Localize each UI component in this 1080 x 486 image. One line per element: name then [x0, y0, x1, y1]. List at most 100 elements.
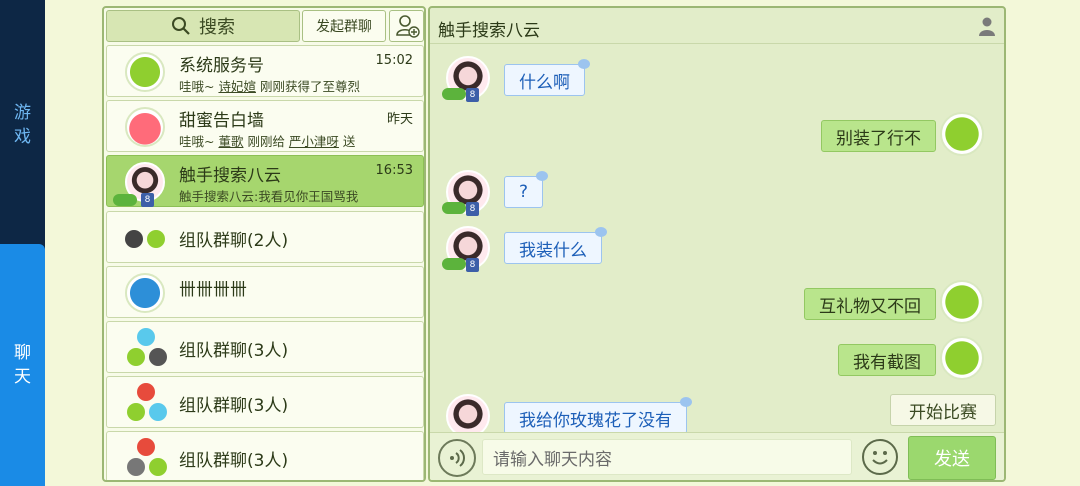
nav-tab-chat-char-1: 聊 [14, 343, 31, 363]
conversation-preview: 哇哦~ 董歌 刚刚给 严小津呀 送 [179, 131, 355, 150]
nav-tab-games-char-2: 戏 [14, 127, 31, 147]
profile-icon[interactable] [978, 16, 996, 36]
group-member-avatar [127, 458, 145, 476]
group-member-avatar [127, 348, 145, 366]
conversation-item-team-2[interactable]: 组队群聊(2人) [106, 211, 424, 263]
level-badge-icon [113, 194, 137, 206]
preview-text: 哇哦~ [179, 79, 219, 94]
voice-button[interactable] [438, 439, 476, 477]
send-label: 发送 [934, 449, 970, 470]
level-number: 8 [141, 193, 154, 207]
group-member-avatar [137, 438, 155, 456]
preview-text: 刚刚给 [243, 134, 289, 149]
group-member-avatar [125, 230, 143, 248]
nav-tab-games[interactable]: 游 戏 [0, 90, 45, 160]
add-friend-icon [395, 15, 420, 38]
conversation-time: 16:53 [375, 163, 413, 178]
bubble-decoration-icon [578, 59, 590, 69]
group-member-avatar [149, 458, 167, 476]
my-avatar[interactable] [940, 336, 984, 380]
red-monster-avatar [125, 107, 165, 147]
level-number: 8 [466, 202, 479, 216]
chat-input[interactable]: 请输入聊天内容 [482, 439, 852, 475]
conversation-list-panel: 搜索 发起群聊 系统服务号 15:02 哇哦~ 诗妃媗 刚刚获得了至尊烈 甜蜜告… [102, 6, 426, 482]
blue-logo-avatar [125, 273, 165, 313]
conversation-item-team-3c[interactable]: 组队群聊(3人) [106, 431, 424, 480]
preview-text: 送 [338, 134, 356, 149]
nav-tab-games-char-1: 游 [14, 103, 31, 123]
conversation-item-active[interactable]: 8 触手搜索八云 16:53 触手搜索八云:我看见你王国骂我 [106, 155, 424, 207]
nav-tab-chat-char-2: 天 [14, 367, 31, 387]
search-icon [172, 17, 190, 35]
message-row: 我有截图 [430, 334, 1004, 380]
message-row: 8 什么啊 [430, 52, 1004, 102]
level-badge-icon [442, 202, 466, 214]
conversation-name: 甜蜜告白墙 [179, 111, 264, 131]
message-text: 我有截图 [853, 352, 921, 373]
chat-input-placeholder: 请输入聊天内容 [493, 449, 612, 470]
message-row: 别装了行不 [430, 110, 1004, 156]
conversation-item-team-3a[interactable]: 组队群聊(3人) [106, 321, 424, 373]
search-label: 搜索 [199, 17, 235, 38]
bubble-decoration-icon [680, 397, 692, 407]
chat-title: 触手搜索八云 [438, 21, 540, 41]
group-member-avatar [147, 230, 165, 248]
preview-user-link[interactable]: 诗妃媗 [218, 79, 256, 94]
message-bubble: ? [504, 171, 549, 208]
message-bubble: 我给你玫瑰花了没有 [504, 397, 692, 434]
conversation-preview: 触手搜索八云:我看见你王国骂我 [179, 189, 359, 204]
conversation-item-confession-wall[interactable]: 甜蜜告白墙 昨天 哇哦~ 董歌 刚刚给 严小津呀 送 [106, 100, 424, 152]
conversation-item-team-3b[interactable]: 组队群聊(3人) [106, 376, 424, 428]
add-friend-button[interactable] [389, 10, 424, 42]
start-match-label: 开始比赛 [909, 402, 977, 423]
message-text: ? [519, 182, 529, 202]
level-badge-icon [442, 258, 466, 270]
conversation-item-system-service[interactable]: 系统服务号 15:02 哇哦~ 诗妃媗 刚刚获得了至尊烈 [106, 45, 424, 97]
message-bubble: 别装了行不 [821, 120, 936, 152]
green-monster-avatar [125, 52, 165, 92]
group-member-avatar [127, 403, 145, 421]
search-button[interactable]: 搜索 [106, 10, 300, 42]
message-text: 我装什么 [519, 240, 587, 261]
conversation-name: 系统服务号 [179, 56, 264, 76]
message-bubble: 我有截图 [838, 344, 936, 376]
chat-panel: 触手搜索八云 8 什么啊 别装了行不 8 ? 8 我装什么 互礼物又不回 我有截… [428, 6, 1006, 482]
start-group-chat-label: 发起群聊 [316, 19, 372, 35]
nav-tab-chat[interactable]: 聊 天 [0, 244, 45, 486]
preview-text: 哇哦~ [179, 134, 219, 149]
level-number: 8 [466, 88, 479, 102]
preview-user-link[interactable]: 董歌 [218, 134, 243, 149]
chat-header-divider [430, 43, 1004, 44]
start-group-chat-button[interactable]: 发起群聊 [302, 10, 386, 42]
send-button[interactable]: 发送 [908, 436, 996, 480]
message-bubble: 互礼物又不回 [804, 288, 936, 320]
smiley-icon [872, 451, 888, 465]
conversation-name: 组队群聊(3人) [179, 396, 289, 416]
conversation-name: 组队群聊(2人) [179, 231, 289, 251]
conversation-item-blue[interactable]: 卌卌卌卌 [106, 266, 424, 318]
message-text: 什么啊 [519, 72, 570, 93]
voice-icon [450, 449, 465, 467]
input-bar: 请输入聊天内容 发送 [430, 432, 1004, 480]
message-row: 8 ? [430, 166, 1004, 216]
conversation-time: 15:02 [375, 53, 413, 68]
preview-text: 刚刚获得了至尊烈 [255, 79, 360, 94]
preview-user-link[interactable]: 严小津呀 [289, 134, 339, 149]
message-text: 互礼物又不回 [819, 296, 921, 317]
conversation-name: 组队群聊(3人) [179, 341, 289, 361]
conversation-name: 触手搜索八云 [179, 166, 281, 186]
group-member-avatar [137, 383, 155, 401]
emoji-button[interactable] [862, 439, 898, 475]
message-text: 别装了行不 [836, 128, 921, 149]
message-text: 我给你玫瑰花了没有 [519, 410, 672, 431]
side-nav: 游 戏 聊 天 [0, 0, 45, 486]
my-avatar[interactable] [940, 112, 984, 156]
conversation-name: 组队群聊(3人) [179, 451, 289, 471]
bubble-decoration-icon [595, 227, 607, 237]
message-row: 互礼物又不回 [430, 278, 1004, 324]
message-bubble: 我装什么 [504, 227, 607, 264]
level-badge-icon [442, 88, 466, 100]
conversation-name: 卌卌卌卌 [179, 280, 247, 300]
start-match-button[interactable]: 开始比赛 [890, 394, 996, 426]
my-avatar[interactable] [940, 280, 984, 324]
